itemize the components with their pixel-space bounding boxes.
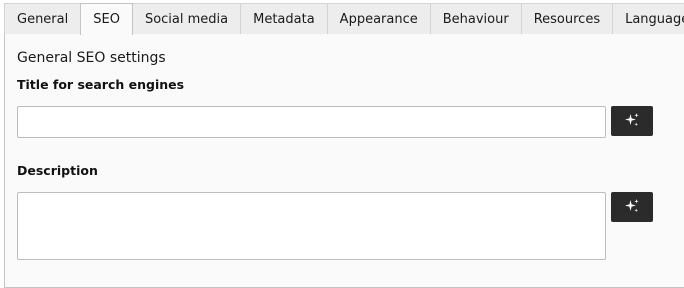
tab-appearance[interactable]: Appearance bbox=[327, 3, 431, 34]
description-field-label: Description bbox=[17, 163, 98, 178]
tab-language[interactable]: Language bbox=[613, 3, 684, 34]
description-textarea[interactable] bbox=[17, 192, 606, 260]
generate-description-button[interactable] bbox=[611, 192, 653, 222]
section-title: General SEO settings bbox=[17, 50, 166, 66]
tab-resources[interactable]: Resources bbox=[521, 3, 614, 34]
tab-bar: General SEO Social media Metadata Appear… bbox=[4, 3, 684, 35]
generate-title-button[interactable] bbox=[611, 106, 653, 136]
search-title-input[interactable] bbox=[17, 106, 606, 138]
tab-label: Behaviour bbox=[442, 11, 509, 27]
tab-label: Appearance bbox=[339, 11, 418, 27]
tab-label: Metadata bbox=[253, 11, 315, 27]
sparkle-icon bbox=[624, 198, 640, 217]
tab-social-media[interactable]: Social media bbox=[132, 3, 242, 34]
tab-metadata[interactable]: Metadata bbox=[241, 3, 328, 34]
tab-behaviour[interactable]: Behaviour bbox=[430, 3, 522, 34]
tab-general[interactable]: General bbox=[4, 3, 82, 34]
tab-label: Social media bbox=[144, 11, 229, 27]
tab-label: General bbox=[17, 11, 69, 27]
tab-label: Resources bbox=[533, 11, 601, 27]
tab-label: SEO bbox=[93, 12, 120, 27]
tab-seo[interactable]: SEO bbox=[80, 3, 133, 35]
sparkle-icon bbox=[624, 112, 640, 131]
tab-label: Language bbox=[625, 11, 684, 27]
title-field-label: Title for search engines bbox=[17, 77, 185, 92]
